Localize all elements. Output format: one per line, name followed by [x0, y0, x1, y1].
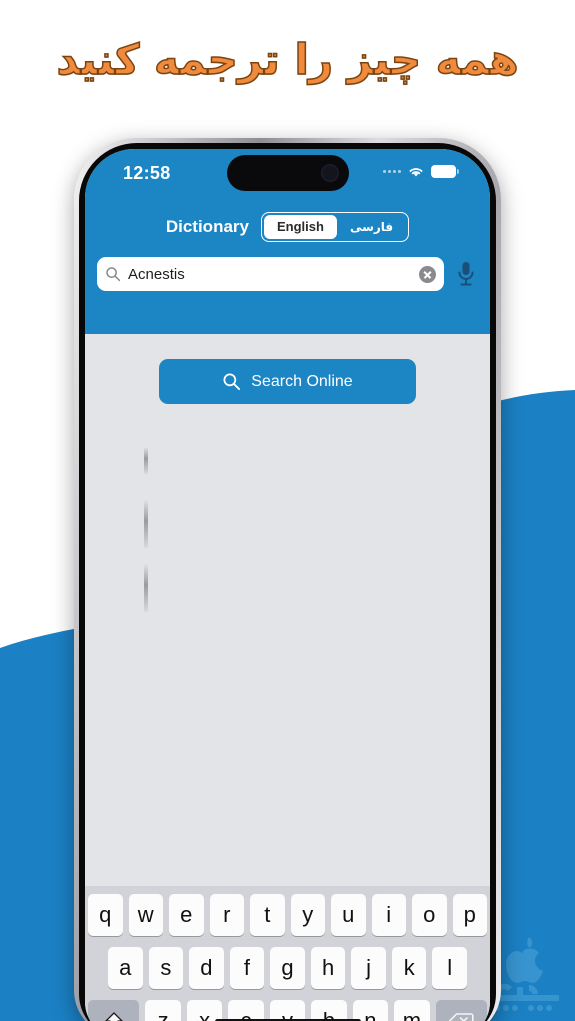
app-title: Dictionary — [165, 217, 249, 236]
search-input[interactable]: Acnestis — [97, 257, 444, 291]
clear-icon[interactable] — [419, 265, 436, 283]
key-p[interactable]: p — [452, 894, 487, 936]
keyboard-row-2: a s d f g h j k l — [88, 947, 487, 989]
key-j[interactable]: j — [351, 947, 386, 989]
front-camera-icon — [320, 164, 339, 182]
key-f[interactable]: f — [229, 947, 265, 989]
phone-mockup: 12:58 Dictionary English فارسی Acnestis … — [74, 138, 501, 1021]
search-online-button[interactable]: Search Online — [159, 359, 416, 404]
language-option-english[interactable]: English — [263, 215, 337, 239]
search-row: Acnestis — [85, 251, 490, 303]
keyboard: q w e r t y u i o p a s d f g h j k l z … — [85, 886, 490, 1021]
signal-dots-icon — [383, 170, 401, 173]
key-k[interactable]: k — [391, 947, 427, 989]
search-input-value[interactable]: Acnestis — [128, 266, 412, 283]
wifi-icon — [409, 168, 423, 177]
app-header: 12:58 Dictionary English فارسی Acnestis — [85, 149, 490, 334]
key-x[interactable]: x — [186, 1000, 223, 1021]
key-n[interactable]: n — [352, 1000, 389, 1021]
key-u[interactable]: u — [331, 894, 366, 936]
key-a[interactable]: a — [107, 947, 143, 989]
key-v[interactable]: v — [269, 1000, 306, 1021]
key-t[interactable]: t — [250, 894, 285, 936]
key-l[interactable]: l — [432, 947, 468, 989]
language-toggle[interactable]: English فارسی — [260, 212, 410, 242]
key-z[interactable]: z — [145, 1000, 181, 1021]
key-d[interactable]: d — [189, 947, 224, 989]
status-bar: 12:58 — [85, 149, 490, 203]
battery-icon — [431, 165, 459, 178]
key-i[interactable]: i — [371, 894, 406, 936]
shift-key[interactable] — [88, 1000, 140, 1021]
shift-icon — [105, 1012, 123, 1021]
key-h[interactable]: h — [310, 947, 346, 989]
search-online-label: Search Online — [251, 372, 353, 390]
key-e[interactable]: e — [169, 894, 204, 936]
key-b[interactable]: b — [311, 1000, 347, 1021]
status-indicators — [383, 165, 459, 178]
key-o[interactable]: o — [412, 894, 447, 936]
silent-switch[interactable] — [144, 446, 148, 474]
search-icon — [223, 373, 241, 391]
keyboard-row-3: z x c v b n m — [88, 1000, 487, 1021]
key-s[interactable]: s — [148, 947, 184, 989]
key-c[interactable]: c — [228, 1000, 264, 1021]
volume-up-button[interactable] — [144, 498, 148, 548]
backspace-key[interactable] — [435, 1000, 487, 1021]
key-m[interactable]: m — [394, 1000, 430, 1021]
app-title-row: Dictionary English فارسی — [85, 203, 490, 251]
dynamic-island — [226, 155, 349, 191]
microphone-icon[interactable] — [454, 259, 478, 289]
key-w[interactable]: w — [128, 894, 163, 936]
volume-down-button[interactable] — [144, 562, 148, 612]
backspace-icon — [449, 1013, 474, 1021]
language-option-persian[interactable]: فارسی — [337, 215, 406, 239]
keyboard-row-1: q w e r t y u i o p — [88, 894, 487, 936]
page-title: همه چیز را ترجمه کنید — [56, 34, 519, 84]
key-q[interactable]: q — [88, 894, 123, 936]
promo-screenshot: همه چیز را ترجمه کنید 12:58 Dictionary E… — [0, 0, 575, 1021]
status-time: 12:58 — [123, 163, 171, 183]
key-y[interactable]: y — [290, 894, 325, 936]
search-icon — [106, 267, 121, 282]
key-r[interactable]: r — [209, 894, 244, 936]
key-g[interactable]: g — [270, 947, 305, 989]
